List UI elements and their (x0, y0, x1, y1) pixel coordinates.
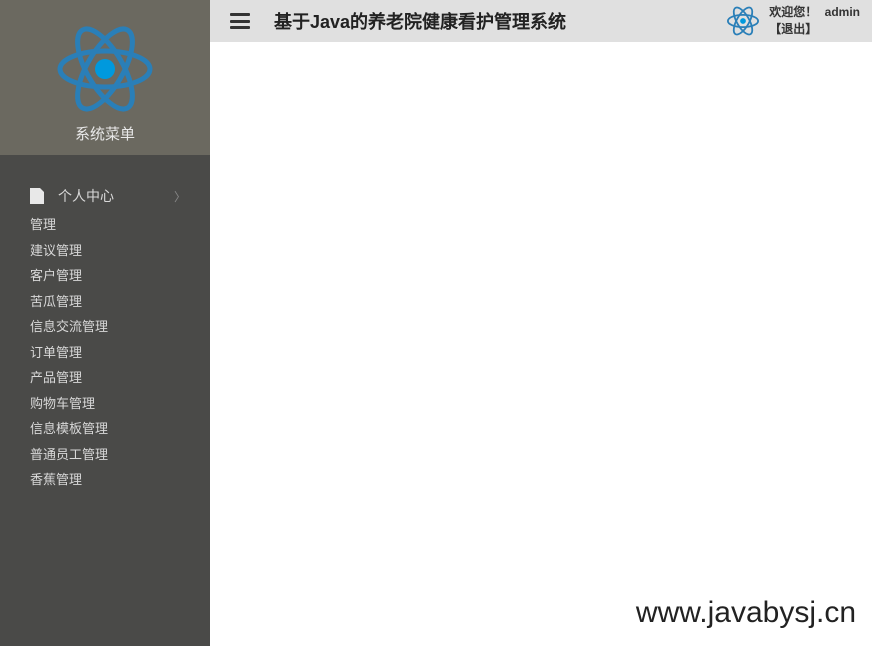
file-icon (30, 188, 44, 204)
menu-item-info-template[interactable]: 信息模板管理 (0, 416, 210, 442)
menu-item-order[interactable]: 订单管理 (0, 340, 210, 366)
menu-item-customer[interactable]: 客户管理 (0, 263, 210, 289)
app-title: 基于Java的养老院健康看护管理系统 (274, 8, 725, 34)
menu-parent-label: 个人中心 (58, 186, 114, 206)
user-avatar-icon (725, 3, 761, 39)
hamburger-menu-icon[interactable] (230, 13, 250, 29)
menu-item-staff[interactable]: 普通员工管理 (0, 442, 210, 468)
sidebar-header: 系统菜单 (0, 0, 210, 155)
menu-item-kugua[interactable]: 苦瓜管理 (0, 289, 210, 315)
user-text: 欢迎您！ admin 【退出】 (769, 4, 860, 38)
sidebar-menu: 个人中心 〉 管理 建议管理 客户管理 苦瓜管理 信息交流管理 订单管理 产品管… (0, 155, 210, 493)
menu-item-product[interactable]: 产品管理 (0, 365, 210, 391)
menu-item-suggestion[interactable]: 建议管理 (0, 238, 210, 264)
menu-item-cart[interactable]: 购物车管理 (0, 391, 210, 417)
sidebar-title: 系统菜单 (75, 123, 135, 144)
username: admin (825, 5, 860, 19)
user-area: 欢迎您！ admin 【退出】 (725, 3, 860, 39)
welcome-text: 欢迎您！ admin (769, 4, 860, 21)
watermark: www.javabysj.cn (636, 596, 856, 630)
chevron-right-icon: 〉 (174, 188, 186, 205)
topbar: 基于Java的养老院健康看护管理系统 欢迎您！ admin 【退出】 (210, 0, 872, 42)
app-logo (55, 19, 155, 119)
welcome-prefix: 欢迎您！ (769, 5, 817, 19)
menu-item-personal-center[interactable]: 个人中心 〉 (0, 180, 210, 212)
menu-item-info-exchange[interactable]: 信息交流管理 (0, 314, 210, 340)
sidebar: 系统菜单 个人中心 〉 管理 建议管理 客户管理 苦瓜管理 信息交流管理 订单管… (0, 0, 210, 646)
main-content (210, 42, 872, 646)
menu-item-banana[interactable]: 香蕉管理 (0, 467, 210, 493)
menu-item-manage[interactable]: 管理 (0, 212, 210, 238)
logout-link[interactable]: 【退出】 (769, 21, 860, 38)
